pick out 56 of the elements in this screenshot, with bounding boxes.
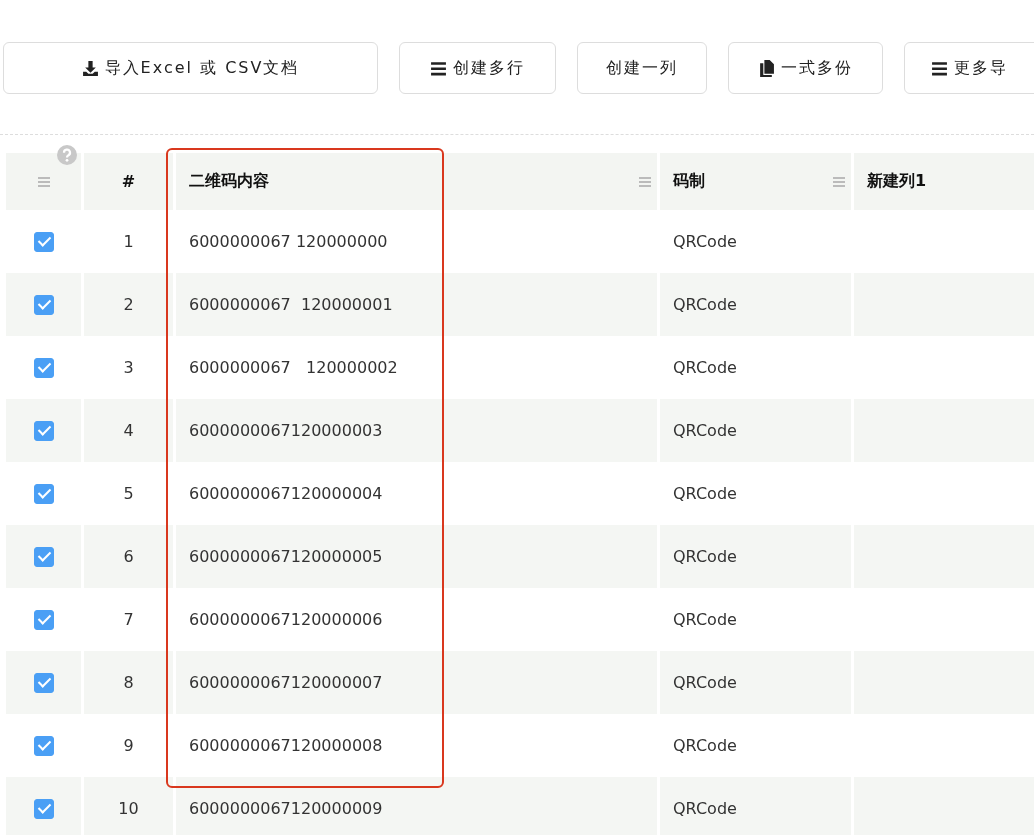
- column-menu-icon[interactable]: [833, 175, 845, 188]
- menu-icon: [931, 59, 948, 77]
- table-cell: QRCode: [673, 736, 737, 755]
- row-checkbox[interactable]: [33, 735, 54, 756]
- table-cell: QRCode: [673, 421, 737, 440]
- row-number: 8: [123, 673, 134, 692]
- row-checkbox[interactable]: [33, 420, 54, 441]
- table-cell: 6000000067120000004: [189, 484, 383, 503]
- table-cell: 6000000067 120000001: [189, 295, 393, 314]
- table-cell: 6000000067120000009: [189, 799, 383, 818]
- table-cell: QRCode: [673, 232, 737, 251]
- table-cell: QRCode: [673, 547, 737, 566]
- table-cell: QRCode: [673, 799, 737, 818]
- toolbar-button[interactable]: 更多导: [904, 42, 1034, 94]
- column-header: #: [84, 153, 173, 210]
- row-checkbox[interactable]: [33, 672, 54, 693]
- toolbar-button[interactable]: 导入Excel 或 CSV文档: [3, 42, 378, 94]
- table-cell: 6000000067120000003: [189, 421, 383, 440]
- row-checkbox[interactable]: [33, 798, 54, 819]
- table-cell: 6000000067120000007: [189, 673, 383, 692]
- table-cell: QRCode: [673, 358, 737, 377]
- row-number: 6: [123, 547, 134, 566]
- column-header: 新建列1: [854, 153, 1034, 210]
- download-icon: [81, 59, 99, 77]
- toolbar-button[interactable]: 一式多份: [728, 42, 883, 94]
- row-checkbox[interactable]: [33, 546, 54, 567]
- column-menu-icon[interactable]: [639, 175, 651, 188]
- table-cell: QRCode: [673, 295, 737, 314]
- row-checkbox[interactable]: [33, 294, 54, 315]
- row-number: 4: [123, 421, 134, 440]
- table-cell: QRCode: [673, 610, 737, 629]
- table-cell: QRCode: [673, 484, 737, 503]
- column-header: 二维码内容: [176, 153, 657, 210]
- table-cell: 6000000067120000006: [189, 610, 383, 629]
- row-checkbox[interactable]: [33, 483, 54, 504]
- copy-icon: [758, 59, 775, 77]
- row-number: 3: [123, 358, 134, 377]
- table-cell: 6000000067 120000002: [189, 358, 398, 377]
- row-checkbox[interactable]: [33, 357, 54, 378]
- row-checkbox[interactable]: [33, 231, 54, 252]
- row-number: 5: [123, 484, 134, 503]
- table-cell: 6000000067120000005: [189, 547, 383, 566]
- table-cell: 6000000067 120000000: [189, 232, 388, 251]
- row-number: 1: [123, 232, 134, 251]
- row-checkbox[interactable]: [33, 609, 54, 630]
- menu-icon: [430, 59, 447, 77]
- toolbar-button[interactable]: 创建一列: [577, 42, 707, 94]
- row-number: 7: [123, 610, 134, 629]
- toolbar-button[interactable]: 创建多行: [399, 42, 556, 94]
- row-number: 10: [118, 799, 139, 818]
- table-cell: QRCode: [673, 673, 737, 692]
- table-cell: 6000000067120000008: [189, 736, 383, 755]
- row-number: 9: [123, 736, 134, 755]
- column-menu-icon[interactable]: [37, 175, 50, 188]
- row-number: 2: [123, 295, 134, 314]
- column-header: 码制: [660, 153, 851, 210]
